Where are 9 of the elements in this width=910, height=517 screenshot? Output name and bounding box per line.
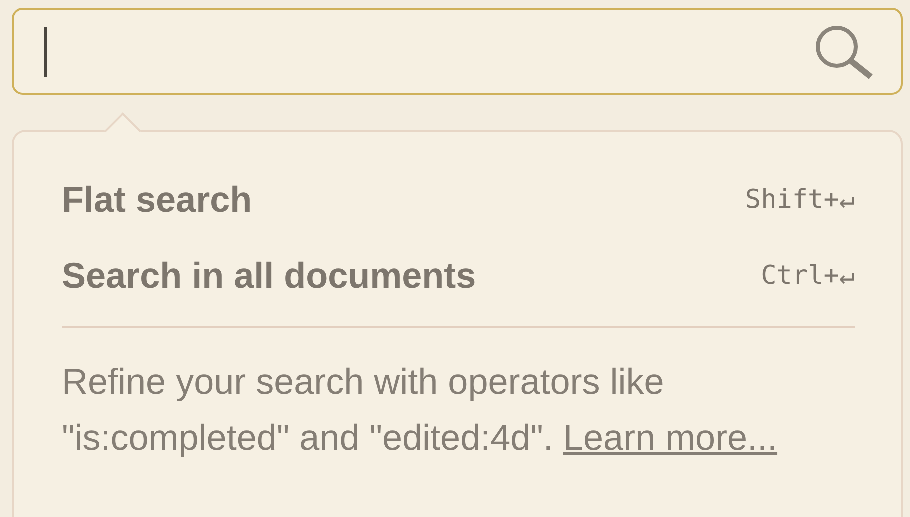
help-text: Refine your search with operators like "is:completed" and "edited:4d". Learn more...	[62, 360, 779, 460]
shortcut-hint: Shift+↵	[745, 185, 855, 215]
text-cursor	[44, 27, 47, 77]
search-option[interactable]: Flat search Shift+↵	[62, 174, 855, 226]
learn-more-link[interactable]: Learn more...	[563, 417, 778, 458]
search-icon[interactable]	[813, 24, 875, 80]
search-option[interactable]: Search in all documents Ctrl+↵	[62, 250, 855, 302]
shortcut-hint: Ctrl+↵	[761, 261, 855, 291]
search-field[interactable]	[12, 8, 903, 95]
